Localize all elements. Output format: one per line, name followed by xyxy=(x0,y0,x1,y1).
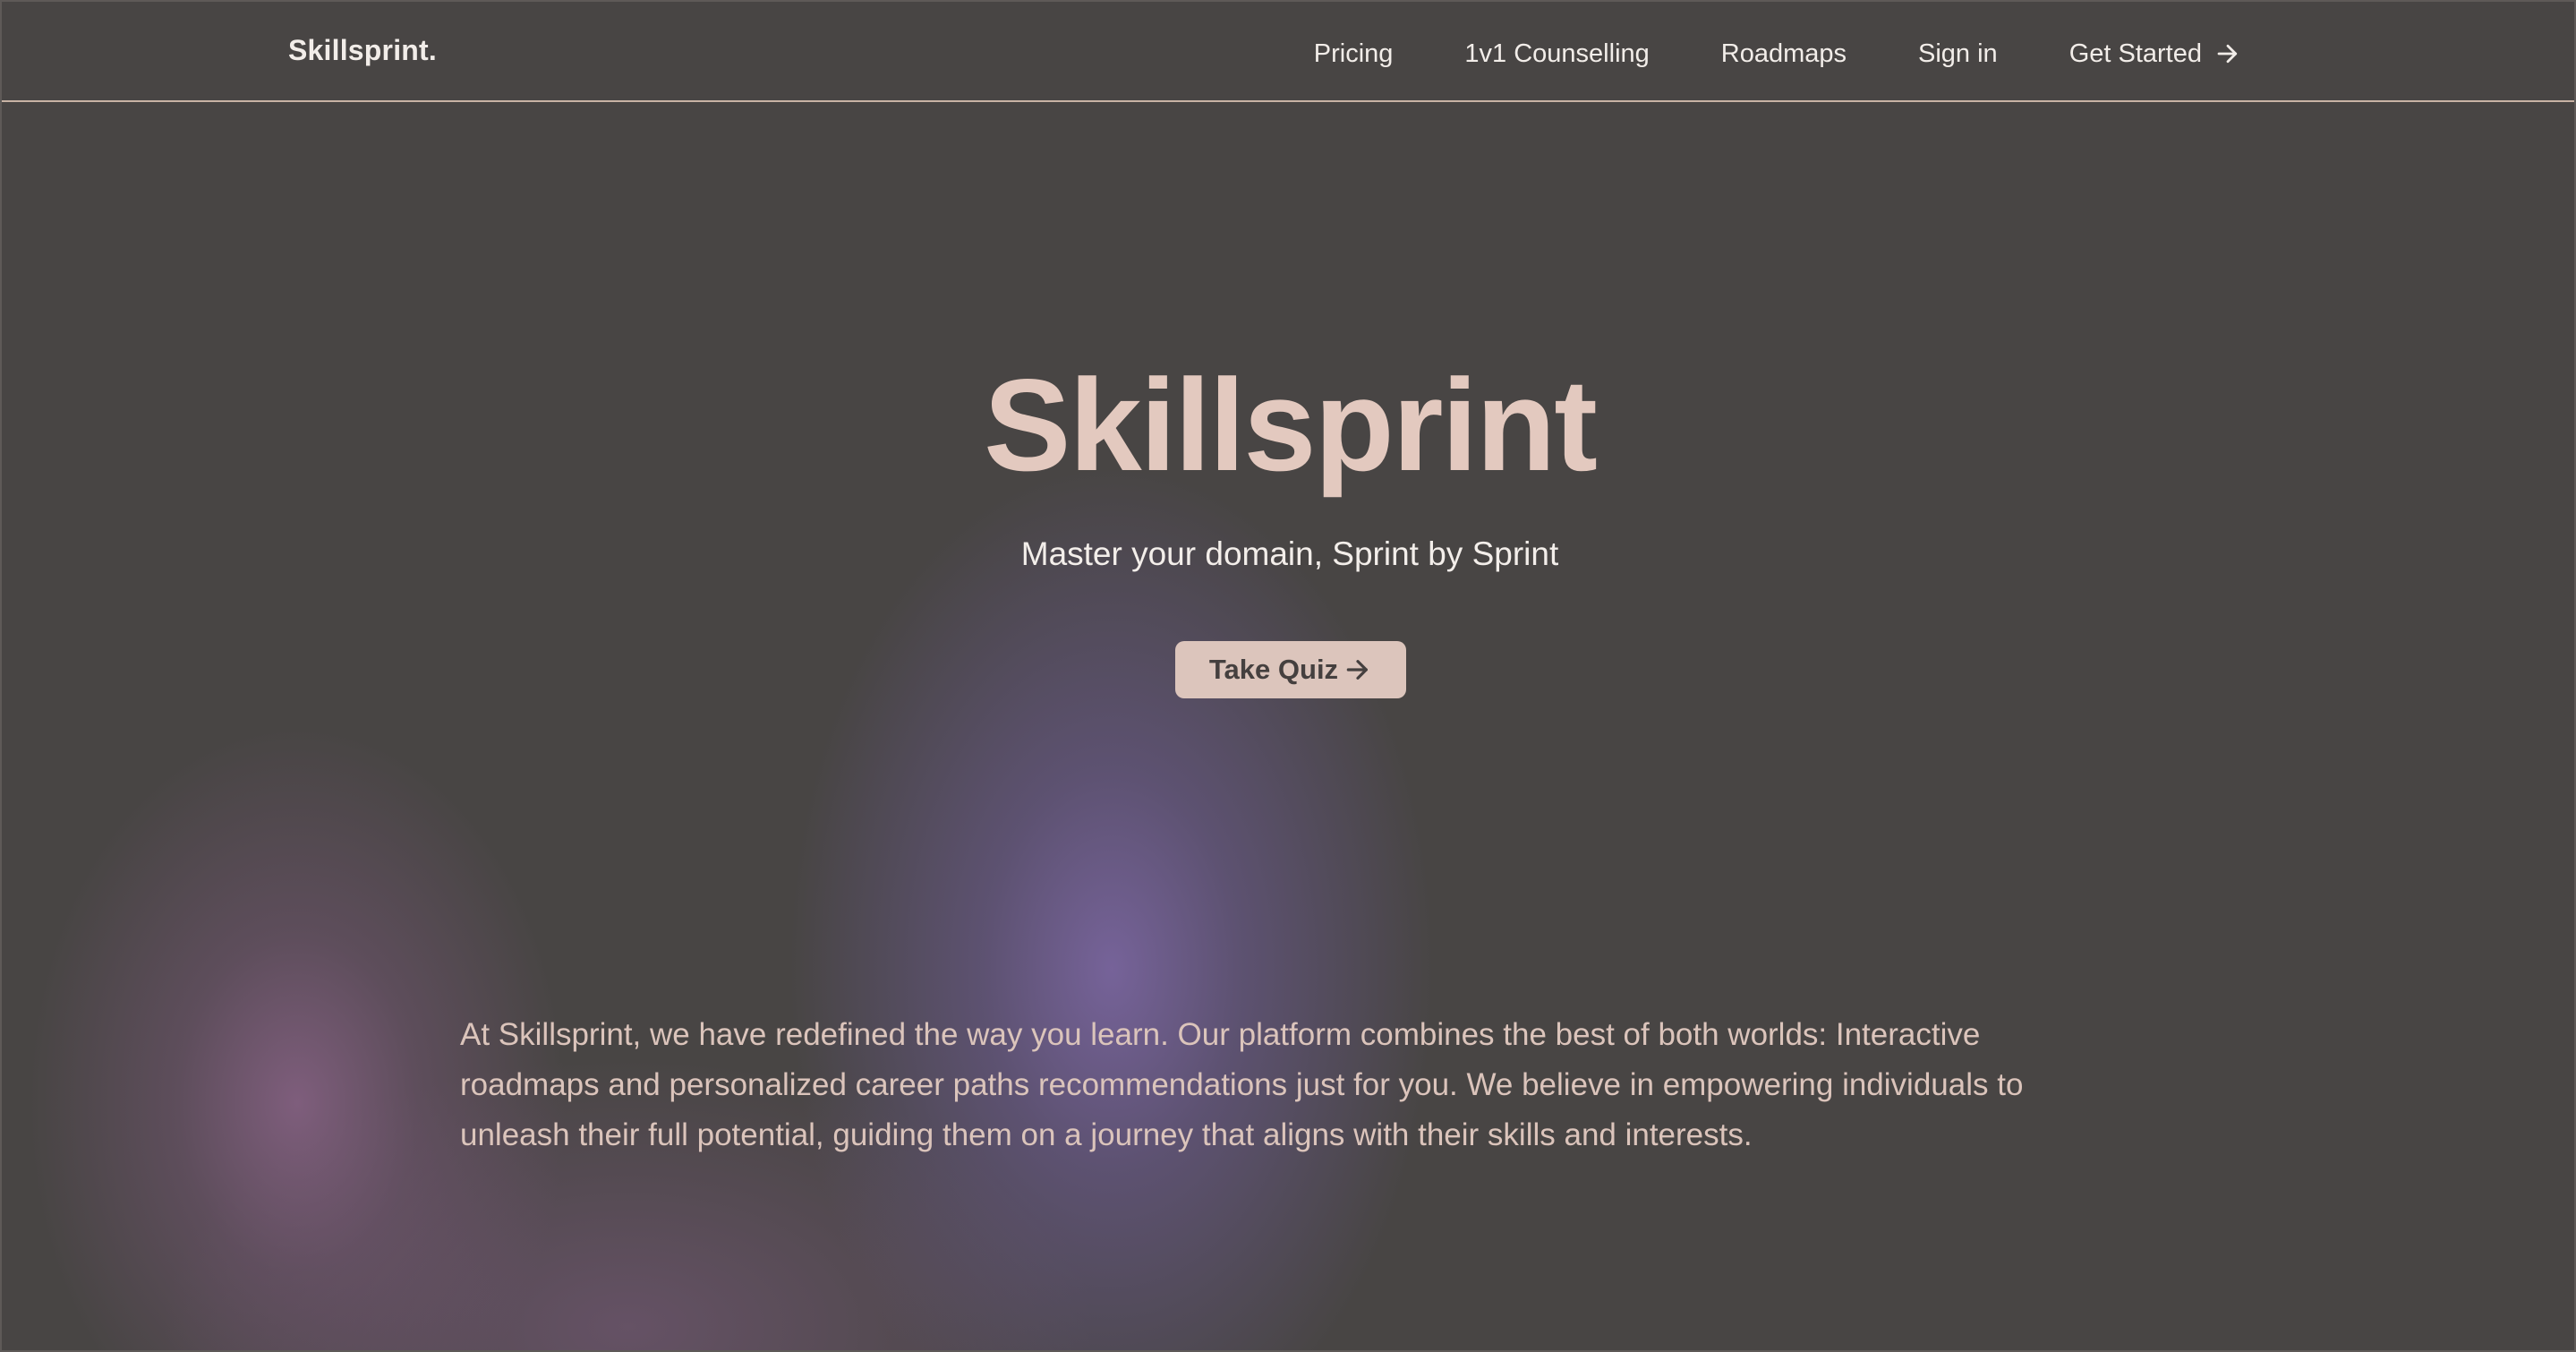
hero-title: Skillsprint xyxy=(984,352,1598,498)
brand-logo[interactable]: Skillsprint. xyxy=(288,34,437,67)
navbar: Skillsprint. Pricing 1v1 Counselling Roa… xyxy=(2,2,2574,102)
about-paragraph: At Skillsprint, we have redefined the wa… xyxy=(460,1017,2024,1152)
nav-link-counselling[interactable]: 1v1 Counselling xyxy=(1464,29,1649,79)
nav-link-sign-in[interactable]: Sign in xyxy=(1918,29,1998,79)
take-quiz-label: Take Quiz xyxy=(1208,654,1339,685)
get-started-label: Get Started xyxy=(2068,39,2202,68)
hero-tagline: Master your domain, Sprint by Sprint xyxy=(1020,535,1559,572)
hero-section: Skillsprint Master your domain, Sprint b… xyxy=(2,352,2574,573)
arrow-right-icon xyxy=(2214,40,2241,67)
nav-link-pricing[interactable]: Pricing xyxy=(1314,29,1394,79)
nav-links: Pricing 1v1 Counselling Roadmaps Sign in… xyxy=(1314,29,2241,79)
arrow-right-icon xyxy=(1343,655,1372,684)
get-started-link[interactable]: Get Started xyxy=(2069,29,2241,79)
nav-link-roadmaps[interactable]: Roadmaps xyxy=(1721,29,1847,79)
take-quiz-button[interactable]: Take Quiz xyxy=(1175,641,1406,698)
landing-page: Skillsprint. Pricing 1v1 Counselling Roa… xyxy=(0,0,2576,1352)
